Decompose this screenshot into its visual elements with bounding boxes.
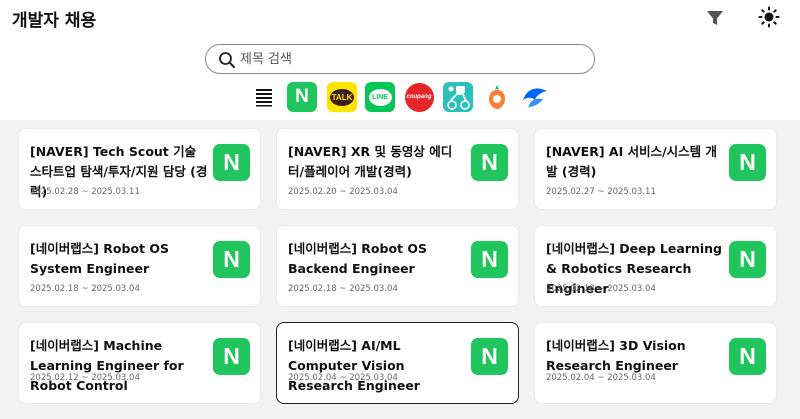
job-title: [NAVER] XR 및 동영상 에디터/플레이어 개발(경력): [288, 144, 453, 179]
toss-icon: [523, 88, 547, 107]
search-box[interactable]: [205, 44, 595, 74]
job-title: [네이버랩스] AI/ML Computer Vision Research E…: [288, 338, 420, 393]
job-card[interactable]: [NAVER] XR 및 동영상 에디터/플레이어 개발(경력) 2025.02…: [276, 128, 519, 210]
search-area: N TALK LINE coupang: [0, 36, 800, 120]
kakao-logo-text: TALK: [331, 92, 353, 102]
kakao-talk-icon: TALK: [330, 88, 354, 106]
job-date: 2025.02.04 ~ 2025.03.04: [546, 373, 656, 383]
job-card[interactable]: [네이버랩스] Robot OS System Engineer 2025.02…: [18, 225, 261, 307]
job-title: [네이버랩스] Robot OS System Engineer: [30, 241, 169, 276]
coupang-logo-button[interactable]: coupang: [404, 82, 434, 112]
line-logo-button[interactable]: LINE: [365, 82, 395, 112]
daangn-logo-button[interactable]: [482, 82, 512, 112]
carrot-icon: [489, 85, 505, 109]
toss-logo-button[interactable]: [520, 82, 550, 112]
job-date: 2025.02.18 ~ 2025.03.04: [288, 284, 398, 294]
job-card[interactable]: [NAVER] AI 서비스/시스템 개발 (경력) 2025.02.27 ~ …: [534, 128, 777, 210]
kakao-logo-button[interactable]: TALK: [327, 82, 357, 112]
naver-logo-icon: N: [213, 144, 250, 181]
naver-logo-icon: N: [729, 241, 766, 278]
job-title: [NAVER] AI 서비스/시스템 개발 (경력): [546, 144, 717, 179]
sun-icon[interactable]: [758, 6, 780, 28]
job-title: [네이버랩스] Machine Learning Engineer for Ro…: [30, 338, 184, 393]
coupang-seal-icon: coupang: [404, 82, 434, 112]
naver-logo-text: N: [295, 86, 309, 107]
job-date: 2025.02.12 ~ 2025.03.04: [30, 373, 140, 383]
job-title: [네이버랩스] 3D Vision Research Engineer: [546, 338, 686, 373]
page-title: 개발자 채용: [12, 11, 97, 31]
job-date: 2025.02.27 ~ 2025.03.11: [546, 187, 656, 197]
search-icon: [219, 52, 235, 68]
job-date: 2025.02.18 ~ 2025.03.04: [30, 284, 140, 294]
naver-logo-icon: N: [471, 338, 508, 375]
job-date: 2025.02.04 ~ 2025.03.04: [288, 373, 398, 383]
job-date: 2025.02.20 ~ 2025.03.04: [288, 187, 398, 197]
search-input[interactable]: [240, 49, 580, 69]
filter-icon[interactable]: [706, 9, 724, 27]
naver-logo-icon: N: [729, 144, 766, 181]
job-date: 2025.02.28 ~ 2025.03.11: [30, 187, 140, 197]
job-card[interactable]: [네이버랩스] Deep Learning & Robotics Researc…: [534, 225, 777, 307]
line-logo-text: LINE: [372, 93, 388, 101]
job-grid: [NAVER] Tech Scout 기술 스타트업 탐색/투자/지원 담당 (…: [0, 120, 800, 419]
baemin-logo-button[interactable]: [443, 82, 473, 112]
job-date: 2025.02.18 ~ 2025.03.04: [546, 284, 656, 294]
job-card-selected[interactable]: [네이버랩스] AI/ML Computer Vision Research E…: [276, 322, 519, 404]
coupang-logo-text: coupang: [406, 94, 432, 100]
baemin-rider-icon: [447, 86, 470, 110]
naver-logo-icon: N: [213, 241, 250, 278]
naver-logo-button[interactable]: N: [287, 82, 317, 112]
job-card[interactable]: [네이버랩스] Machine Learning Engineer for Ro…: [18, 322, 261, 404]
list-icon[interactable]: [254, 87, 274, 107]
job-card[interactable]: [네이버랩스] Robot OS Backend Engineer 2025.0…: [276, 225, 519, 307]
naver-logo-icon: N: [471, 241, 508, 278]
top-bar: 개발자 채용: [0, 0, 800, 36]
naver-logo-icon: N: [729, 338, 766, 375]
job-card[interactable]: [네이버랩스] 3D Vision Research Engineer 2025…: [534, 322, 777, 404]
naver-logo-icon: N: [213, 338, 250, 375]
line-chat-icon: LINE: [368, 88, 392, 106]
job-card[interactable]: [NAVER] Tech Scout 기술 스타트업 탐색/투자/지원 담당 (…: [18, 128, 261, 210]
job-title: [네이버랩스] Robot OS Backend Engineer: [288, 241, 427, 276]
naver-logo-icon: N: [471, 144, 508, 181]
